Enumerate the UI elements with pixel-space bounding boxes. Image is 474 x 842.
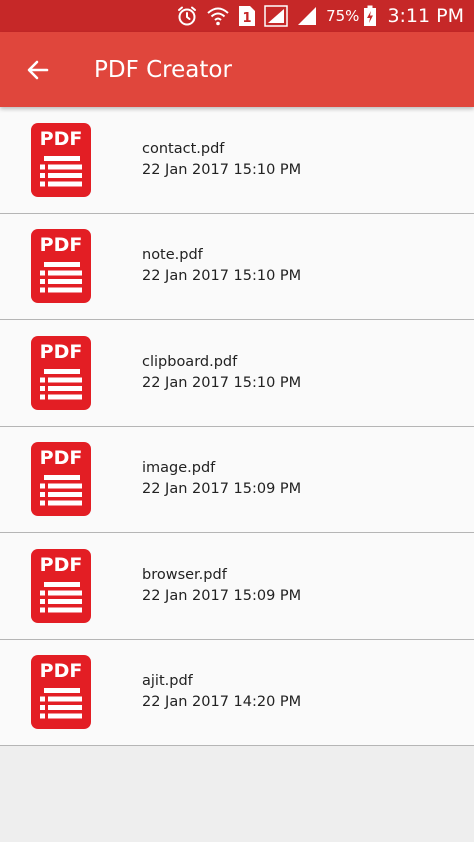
- sim-slot-number: 1: [243, 11, 252, 26]
- pdf-file-icon: PDF: [31, 229, 91, 304]
- file-name: note.pdf: [142, 247, 203, 264]
- svg-text:PDF: PDF: [40, 128, 83, 150]
- app-bar: PDF Creator: [0, 32, 474, 107]
- back-button[interactable]: [16, 48, 60, 92]
- battery-charging-icon: [363, 5, 377, 27]
- status-bar: 1 75% 3:11 PM: [0, 0, 474, 32]
- file-date: 22 Jan 2017 15:09 PM: [142, 587, 302, 604]
- list-item[interactable]: PDF note.pdf 22 Jan 2017 15:10 PM: [0, 213, 474, 320]
- svg-text:PDF: PDF: [40, 234, 83, 256]
- pdf-file-icon: PDF: [31, 335, 91, 410]
- pdf-file-icon: PDF: [31, 442, 91, 517]
- file-date: 22 Jan 2017 15:10 PM: [142, 161, 302, 178]
- file-date: 22 Jan 2017 15:10 PM: [142, 374, 302, 391]
- file-name: image.pdf: [142, 460, 216, 477]
- signal-icon: [296, 5, 318, 27]
- file-date: 22 Jan 2017 15:10 PM: [142, 268, 302, 285]
- list-item[interactable]: PDF image.pdf 22 Jan 2017 15:09 PM: [0, 426, 474, 533]
- file-date: 22 Jan 2017 14:20 PM: [142, 694, 302, 711]
- svg-text:PDF: PDF: [40, 447, 83, 469]
- signal-icon: [264, 5, 288, 27]
- file-name: ajit.pdf: [142, 673, 193, 690]
- svg-text:PDF: PDF: [40, 660, 83, 682]
- list-item[interactable]: PDF contact.pdf 22 Jan 2017 15:10 PM: [0, 107, 474, 214]
- file-name: contact.pdf: [142, 140, 225, 157]
- pdf-file-icon: PDF: [31, 655, 91, 730]
- list-item[interactable]: PDF clipboard.pdf 22 Jan 2017 15:10 PM: [0, 320, 474, 427]
- pdf-file-icon: PDF: [31, 548, 91, 623]
- list-item[interactable]: PDF browser.pdf 22 Jan 2017 15:09 PM: [0, 533, 474, 640]
- page-title: PDF Creator: [94, 56, 232, 83]
- file-list: PDF contact.pdf 22 Jan 2017 15:10 PM PDF…: [0, 107, 474, 746]
- sim-1-icon: 1: [238, 5, 256, 27]
- file-name: browser.pdf: [142, 566, 227, 583]
- list-item[interactable]: PDF ajit.pdf 22 Jan 2017 14:20 PM: [0, 639, 474, 746]
- arrow-left-icon: [27, 60, 49, 79]
- file-name: clipboard.pdf: [142, 353, 238, 370]
- svg-text:PDF: PDF: [40, 554, 83, 576]
- battery-percent: 75%: [326, 7, 360, 25]
- wifi-icon: [206, 5, 230, 27]
- file-date: 22 Jan 2017 15:09 PM: [142, 481, 302, 498]
- alarm-icon: [176, 5, 198, 27]
- pdf-file-icon: PDF: [31, 122, 91, 197]
- status-time: 3:11 PM: [387, 5, 464, 27]
- svg-text:PDF: PDF: [40, 341, 83, 363]
